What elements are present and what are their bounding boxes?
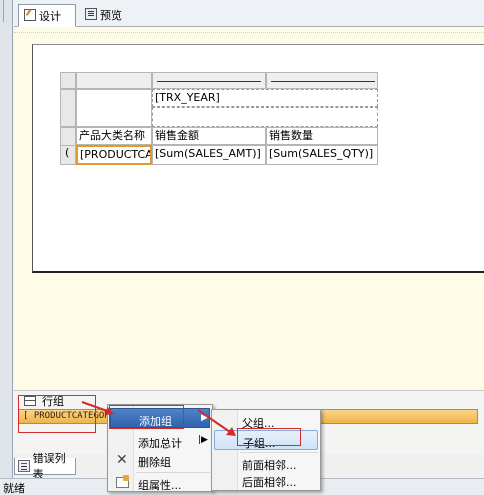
tab-design-label: 设计 bbox=[39, 10, 61, 23]
column-group-subcell[interactable] bbox=[152, 107, 378, 127]
detail-cell-sales-qty[interactable]: [Sum(SALES_QTY)] bbox=[266, 145, 378, 165]
tab-preview-label: 预览 bbox=[100, 9, 122, 22]
row-handle-top[interactable] bbox=[60, 89, 76, 127]
preview-icon bbox=[85, 8, 97, 20]
submenu-item-adjacent-after[interactable]: 后面相邻... bbox=[214, 470, 318, 490]
annotation-arrow-icon bbox=[197, 409, 236, 436]
menu-delete-group-label: 删除组 bbox=[138, 456, 171, 469]
detail-cell-sales-amount[interactable]: [Sum(SALES_AMT)] bbox=[152, 145, 266, 165]
report-body[interactable]: [TRX_YEAR] 产品大类名称 销售金额 销售数量 ( [PRODUCTCA… bbox=[32, 44, 484, 273]
header-cell-category[interactable]: 产品大类名称 bbox=[76, 127, 152, 145]
header-cell-sales-qty[interactable]: 销售数量 bbox=[266, 127, 378, 145]
tab-design[interactable]: 设计 bbox=[18, 4, 76, 27]
header-sales-amount-label: 销售金额 bbox=[155, 129, 199, 142]
detail-sales-qty-field: [Sum(SALES_QTY)] bbox=[269, 147, 374, 160]
menu-item-group-properties[interactable]: 组属性... bbox=[110, 473, 210, 493]
column-group-field: [TRX_YEAR] bbox=[155, 91, 220, 104]
annotation-box-child-group bbox=[237, 428, 301, 446]
design-icon bbox=[24, 9, 36, 21]
tablix-corner-handle[interactable] bbox=[60, 72, 76, 89]
left-toolbox-strip bbox=[0, 0, 13, 495]
tab-error-list[interactable]: 错误列表 bbox=[14, 452, 76, 481]
annotation-arrow-icon bbox=[81, 401, 114, 415]
detail-sales-amount-field: [Sum(SALES_AMT)] bbox=[155, 147, 261, 160]
column-handle-3[interactable] bbox=[266, 72, 378, 89]
detail-category-field: [PRODUCTCA bbox=[80, 148, 152, 161]
ruler-guide bbox=[14, 32, 484, 33]
column-handle-2[interactable] bbox=[152, 72, 266, 89]
column-group-cell[interactable]: [TRX_YEAR] bbox=[152, 89, 378, 107]
header-category-label: 产品大类名称 bbox=[79, 129, 145, 142]
annotation-box-add-group bbox=[109, 405, 184, 429]
design-canvas[interactable]: [TRX_YEAR] 产品大类名称 销售金额 销售数量 ( [PRODUCTCA… bbox=[14, 27, 484, 390]
menu-add-total-label: 添加总计 bbox=[138, 437, 182, 450]
header-sales-qty-label: 销售数量 bbox=[269, 129, 313, 142]
designer-tab-bar: 设计 预览 bbox=[14, 0, 484, 27]
detail-row-handle[interactable]: ( bbox=[60, 145, 76, 165]
row-group-bracket: ( bbox=[65, 146, 70, 159]
menu-group-properties-label: 组属性... bbox=[138, 479, 182, 492]
submenu-adjacent-after-label: 后面相邻... bbox=[242, 476, 297, 489]
column-handle-1[interactable] bbox=[76, 72, 152, 89]
menu-item-delete-group[interactable]: ✕ 删除组 bbox=[110, 450, 210, 470]
row-handle-header[interactable] bbox=[60, 127, 76, 147]
error-list-icon bbox=[18, 460, 30, 472]
header-cell-sales-amount[interactable]: 销售金额 bbox=[152, 127, 266, 145]
detail-cell-category[interactable]: [PRODUCTCA bbox=[76, 145, 152, 165]
status-text: 就绪 bbox=[3, 482, 25, 495]
menu-item-add-total[interactable]: 添加总计 |▶ bbox=[110, 431, 210, 451]
empty-corner-cell[interactable] bbox=[76, 89, 152, 127]
delete-icon: ✕ bbox=[116, 452, 128, 468]
tab-preview[interactable]: 预览 bbox=[80, 4, 134, 27]
properties-icon bbox=[116, 475, 129, 488]
